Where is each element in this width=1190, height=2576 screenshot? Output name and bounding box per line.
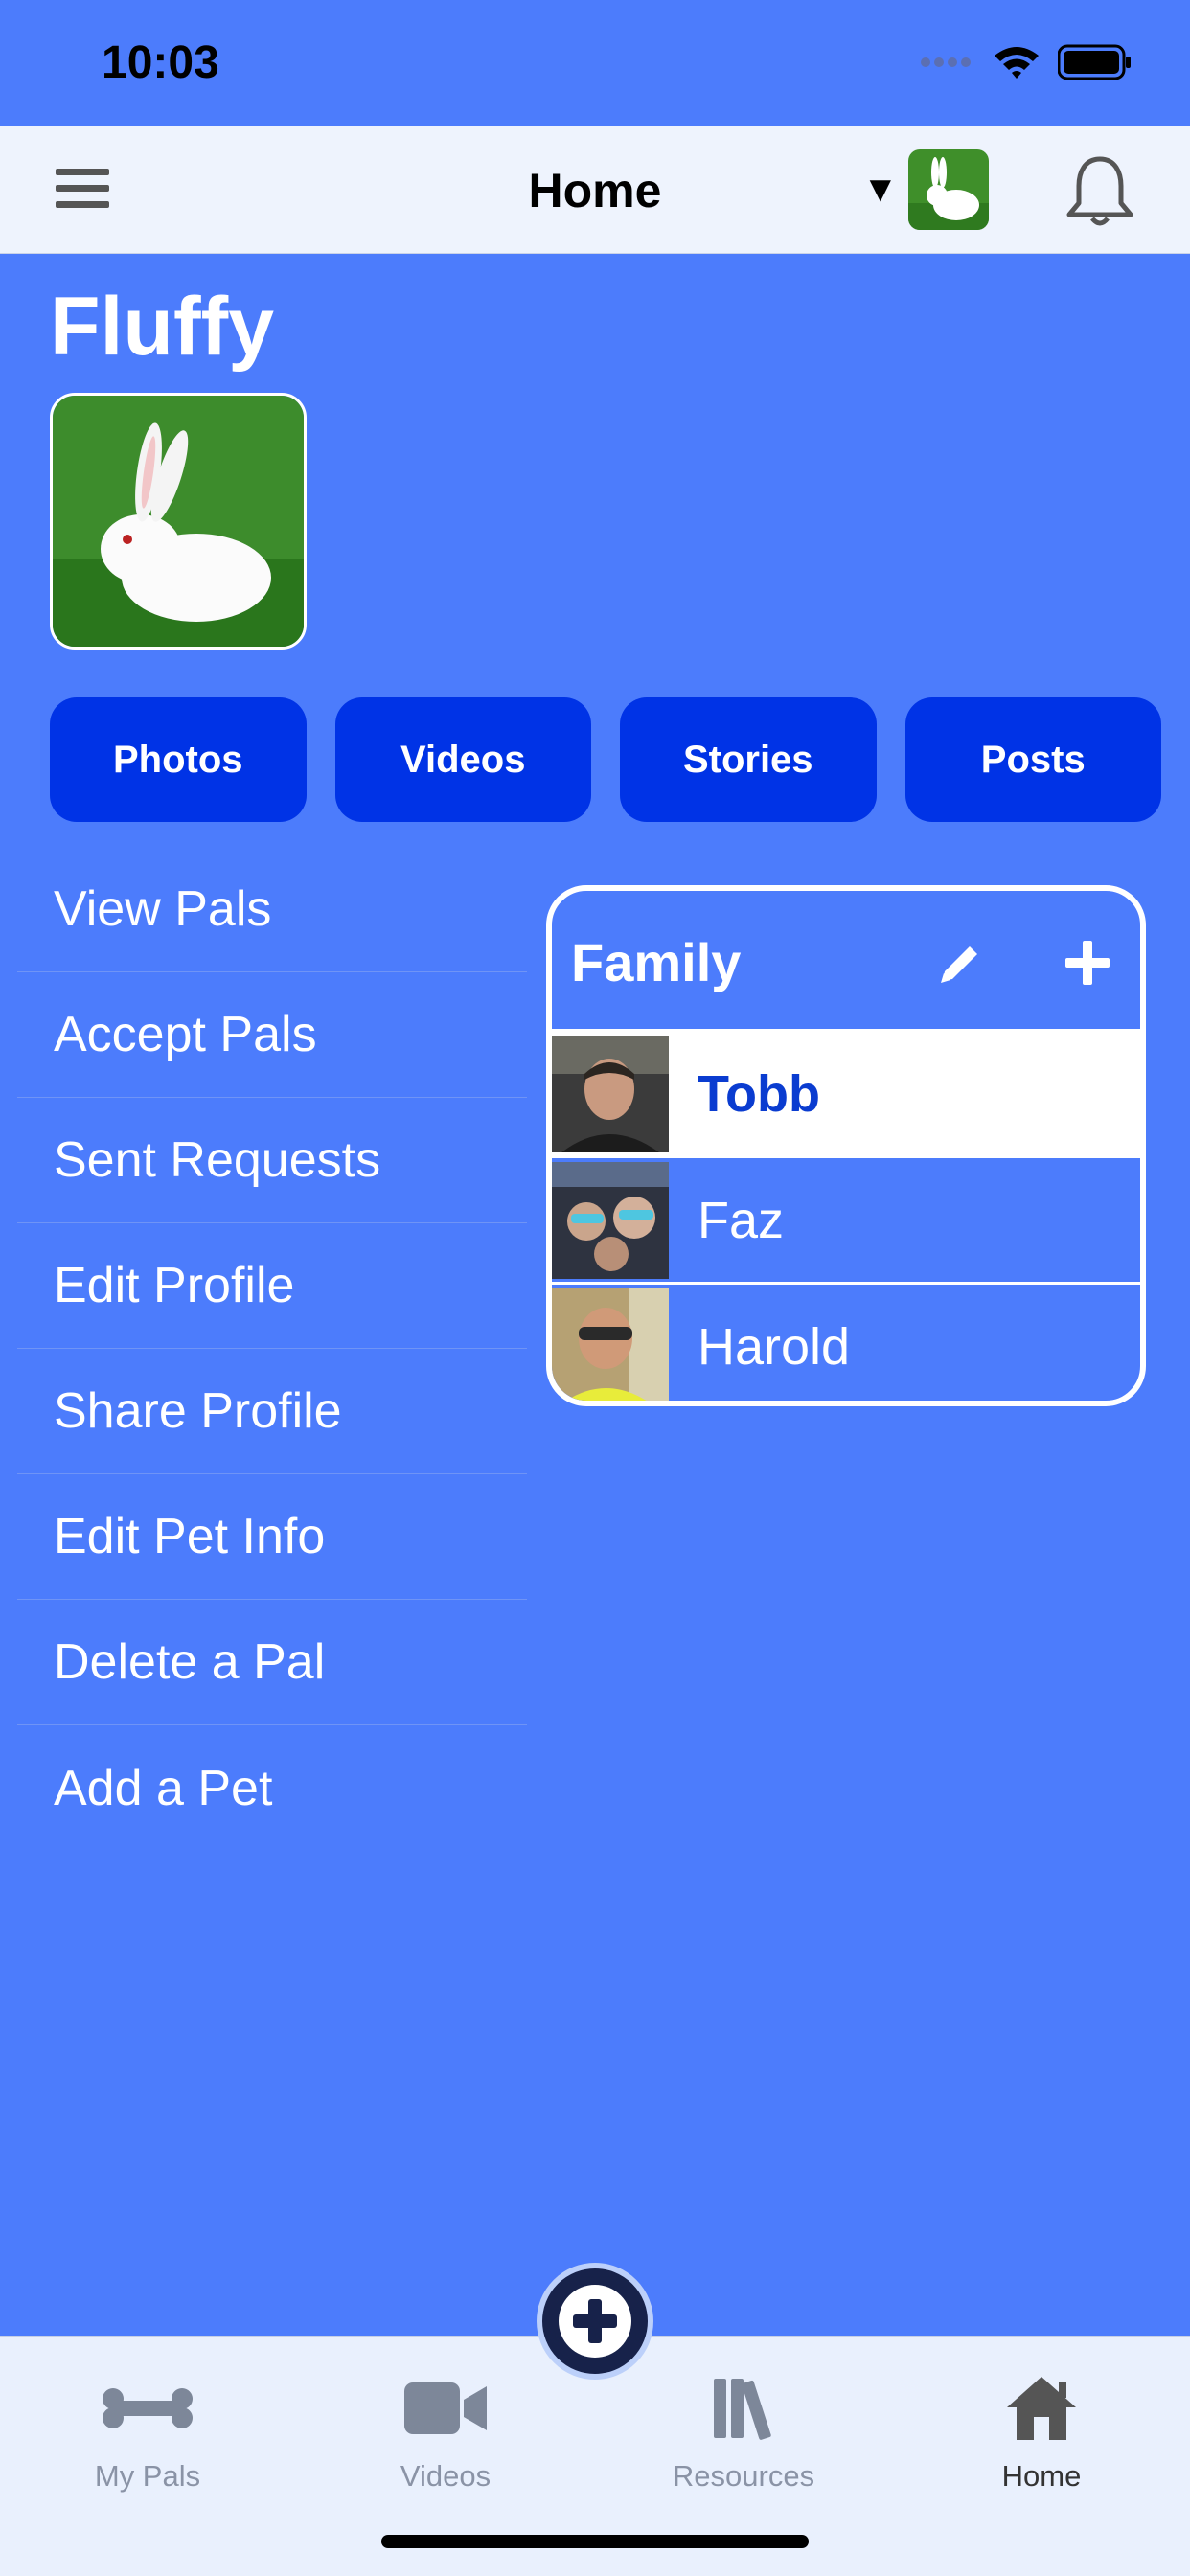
signal-icon [921,57,971,67]
menu-item-view-pals[interactable]: View Pals [17,847,527,972]
wifi-icon [995,47,1039,79]
plus-icon[interactable] [1064,939,1111,987]
tab-label: My Pals [94,2459,201,2493]
chevron-down-icon: ▼ [862,169,899,210]
group-header: Family [552,891,1140,1029]
videos-button[interactable]: Videos [334,697,591,822]
menu-item-share-profile[interactable]: Share Profile [17,1349,527,1474]
pet-name: Fluffy [50,281,275,373]
status-icons [920,44,1133,80]
pet-switcher[interactable]: ▼ [862,149,989,230]
posts-button[interactable]: Posts [904,697,1161,822]
status-bar: 10:03 [0,0,1190,126]
member-row-harold[interactable]: Harold [552,1282,1140,1401]
member-avatar [552,1161,669,1279]
member-row-faz[interactable]: Faz [552,1155,1140,1282]
tab-my-pals[interactable]: My Pals [33,2356,263,2494]
member-name: Harold [698,1317,851,1376]
member-name: Faz [698,1191,785,1249]
menu-item-delete-pal[interactable]: Delete a Pal [17,1600,527,1725]
bone-icon [103,2388,193,2428]
tab-label: Resources [672,2459,815,2493]
tab-resources[interactable]: Resources [629,2356,858,2494]
menu-item-sent-requests[interactable]: Sent Requests [17,1098,527,1223]
pet-avatar-thumbnail [907,149,989,230]
stories-button[interactable]: Stories [620,697,877,822]
battery-icon [1058,44,1131,80]
member-row-tobb[interactable]: Tobb [552,1029,1140,1155]
house-icon [1007,2377,1076,2440]
pet-profile-photo[interactable] [50,393,307,650]
group-title: Family [571,932,742,992]
family-group-card: Family Tobb Faz Harold [546,885,1146,1406]
navigation-bar: Home ▼ [0,126,1190,254]
member-avatar [552,1288,669,1401]
tab-videos[interactable]: Videos [331,2356,561,2494]
plus-circle-icon [559,2285,631,2358]
status-time: 10:03 [102,37,219,88]
page-title: Home [528,164,662,217]
tab-label: Home [1001,2459,1082,2493]
tab-label: Videos [400,2459,492,2493]
profile-menu: View Pals Accept Pals Sent Requests Edit… [17,847,527,1851]
member-avatar [552,1035,669,1152]
pencil-icon[interactable] [935,939,985,989]
video-camera-icon [404,2382,487,2434]
tab-home[interactable]: Home [927,2356,1156,2494]
member-name: Tobb [698,1064,820,1123]
books-icon [714,2379,771,2440]
home-indicator [381,2535,809,2548]
notification-bell-icon[interactable] [1064,153,1136,230]
add-post-button[interactable] [537,2263,653,2380]
menu-item-edit-profile[interactable]: Edit Profile [17,1223,527,1349]
menu-item-accept-pals[interactable]: Accept Pals [17,972,527,1098]
menu-item-edit-pet-info[interactable]: Edit Pet Info [17,1474,527,1600]
menu-item-add-pet[interactable]: Add a Pet [17,1725,527,1851]
media-buttons: Photos Videos Stories Posts [50,697,1161,822]
photos-button[interactable]: Photos [50,697,307,822]
